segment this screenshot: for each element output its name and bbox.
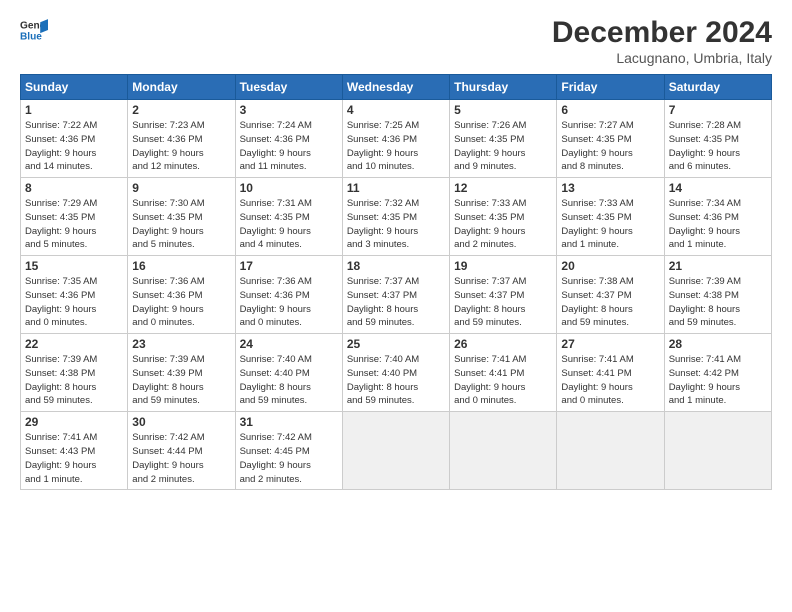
table-row: 22Sunrise: 7:39 AMSunset: 4:38 PMDayligh… xyxy=(21,334,128,412)
table-row: 31Sunrise: 7:42 AMSunset: 4:45 PMDayligh… xyxy=(235,412,342,490)
header-row: Sunday Monday Tuesday Wednesday Thursday… xyxy=(21,75,772,100)
table-row: 21Sunrise: 7:39 AMSunset: 4:38 PMDayligh… xyxy=(664,256,771,334)
table-row: 29Sunrise: 7:41 AMSunset: 4:43 PMDayligh… xyxy=(21,412,128,490)
table-row xyxy=(450,412,557,490)
month-title: December 2024 xyxy=(552,16,772,50)
table-row: 14Sunrise: 7:34 AMSunset: 4:36 PMDayligh… xyxy=(664,178,771,256)
table-row: 6Sunrise: 7:27 AMSunset: 4:35 PMDaylight… xyxy=(557,100,664,178)
table-row xyxy=(664,412,771,490)
table-row: 4Sunrise: 7:25 AMSunset: 4:36 PMDaylight… xyxy=(342,100,449,178)
table-row xyxy=(557,412,664,490)
header: General Blue December 2024 Lacugnano, Um… xyxy=(20,16,772,66)
table-row: 18Sunrise: 7:37 AMSunset: 4:37 PMDayligh… xyxy=(342,256,449,334)
table-row: 1Sunrise: 7:22 AMSunset: 4:36 PMDaylight… xyxy=(21,100,128,178)
col-friday: Friday xyxy=(557,75,664,100)
table-row: 11Sunrise: 7:32 AMSunset: 4:35 PMDayligh… xyxy=(342,178,449,256)
location: Lacugnano, Umbria, Italy xyxy=(552,50,772,66)
table-row: 12Sunrise: 7:33 AMSunset: 4:35 PMDayligh… xyxy=(450,178,557,256)
col-tuesday: Tuesday xyxy=(235,75,342,100)
svg-text:Blue: Blue xyxy=(20,31,42,42)
calendar-table: Sunday Monday Tuesday Wednesday Thursday… xyxy=(20,74,772,490)
logo: General Blue xyxy=(20,16,48,44)
table-row: 8Sunrise: 7:29 AMSunset: 4:35 PMDaylight… xyxy=(21,178,128,256)
table-row: 24Sunrise: 7:40 AMSunset: 4:40 PMDayligh… xyxy=(235,334,342,412)
col-sunday: Sunday xyxy=(21,75,128,100)
table-row: 19Sunrise: 7:37 AMSunset: 4:37 PMDayligh… xyxy=(450,256,557,334)
col-saturday: Saturday xyxy=(664,75,771,100)
table-row: 16Sunrise: 7:36 AMSunset: 4:36 PMDayligh… xyxy=(128,256,235,334)
table-row: 10Sunrise: 7:31 AMSunset: 4:35 PMDayligh… xyxy=(235,178,342,256)
table-row: 5Sunrise: 7:26 AMSunset: 4:35 PMDaylight… xyxy=(450,100,557,178)
table-row: 26Sunrise: 7:41 AMSunset: 4:41 PMDayligh… xyxy=(450,334,557,412)
table-row: 3Sunrise: 7:24 AMSunset: 4:36 PMDaylight… xyxy=(235,100,342,178)
col-wednesday: Wednesday xyxy=(342,75,449,100)
table-row: 23Sunrise: 7:39 AMSunset: 4:39 PMDayligh… xyxy=(128,334,235,412)
table-row: 25Sunrise: 7:40 AMSunset: 4:40 PMDayligh… xyxy=(342,334,449,412)
table-row: 20Sunrise: 7:38 AMSunset: 4:37 PMDayligh… xyxy=(557,256,664,334)
table-row: 2Sunrise: 7:23 AMSunset: 4:36 PMDaylight… xyxy=(128,100,235,178)
table-row: 30Sunrise: 7:42 AMSunset: 4:44 PMDayligh… xyxy=(128,412,235,490)
table-row: 17Sunrise: 7:36 AMSunset: 4:36 PMDayligh… xyxy=(235,256,342,334)
table-row: 27Sunrise: 7:41 AMSunset: 4:41 PMDayligh… xyxy=(557,334,664,412)
col-thursday: Thursday xyxy=(450,75,557,100)
title-block: December 2024 Lacugnano, Umbria, Italy xyxy=(552,16,772,66)
logo-icon: General Blue xyxy=(20,16,48,44)
table-row: 7Sunrise: 7:28 AMSunset: 4:35 PMDaylight… xyxy=(664,100,771,178)
col-monday: Monday xyxy=(128,75,235,100)
table-row: 13Sunrise: 7:33 AMSunset: 4:35 PMDayligh… xyxy=(557,178,664,256)
calendar-page: General Blue December 2024 Lacugnano, Um… xyxy=(0,0,792,612)
table-row: 9Sunrise: 7:30 AMSunset: 4:35 PMDaylight… xyxy=(128,178,235,256)
table-row xyxy=(342,412,449,490)
table-row: 28Sunrise: 7:41 AMSunset: 4:42 PMDayligh… xyxy=(664,334,771,412)
table-row: 15Sunrise: 7:35 AMSunset: 4:36 PMDayligh… xyxy=(21,256,128,334)
